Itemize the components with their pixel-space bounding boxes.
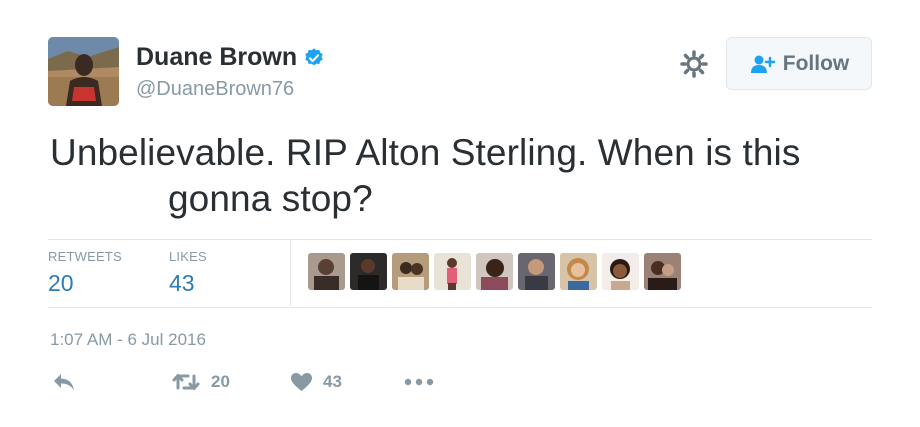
follow-person-icon	[750, 55, 775, 73]
retweet-count: 20	[211, 372, 230, 391]
screen-name[interactable]: @DuaneBrown76	[136, 78, 294, 101]
liker-avatar[interactable]	[560, 253, 597, 290]
stats-top-divider	[48, 239, 872, 240]
tweet-card: Duane Brown @DuaneBrown76 Follow Unbelie…	[0, 0, 920, 427]
user-avatar[interactable]	[48, 37, 119, 106]
liker-avatar[interactable]	[518, 253, 555, 290]
retweet-icon	[172, 374, 200, 390]
more-icon	[404, 378, 434, 386]
follow-button[interactable]: Follow	[726, 37, 872, 90]
like-count: 43	[323, 372, 342, 391]
liker-avatar[interactable]	[602, 253, 639, 290]
retweet-button[interactable]: 20	[171, 372, 230, 392]
stats-separator	[290, 240, 291, 306]
liker-avatar[interactable]	[308, 253, 345, 290]
like-button[interactable]: 43	[290, 372, 342, 392]
user-name-text[interactable]: Duane Brown	[136, 43, 297, 72]
tweet-timestamp[interactable]: 1:07 AM - 6 Jul 2016	[50, 330, 206, 350]
likes-label[interactable]: LIKES	[169, 249, 207, 264]
liker-avatar[interactable]	[644, 253, 681, 290]
liker-avatar[interactable]	[350, 253, 387, 290]
retweets-label[interactable]: RETWEETS	[48, 249, 122, 264]
verified-icon	[305, 47, 323, 65]
reply-button[interactable]	[52, 372, 76, 392]
more-button[interactable]	[404, 378, 434, 386]
likers-avatars	[308, 253, 686, 290]
follow-label: Follow	[782, 51, 850, 75]
stats-bottom-divider	[48, 307, 872, 308]
tweet-text: Unbelievable. RIP Alton Sterling. When i…	[50, 130, 870, 222]
liker-avatar[interactable]	[392, 253, 429, 290]
user-name[interactable]: Duane Brown	[136, 43, 325, 72]
gear-icon[interactable]	[680, 50, 708, 78]
liker-avatar[interactable]	[434, 253, 471, 290]
tweet-text-line-1: Unbelievable. RIP Alton Sterling. When i…	[50, 132, 801, 173]
reply-icon	[54, 374, 74, 390]
retweets-count[interactable]: 20	[48, 270, 74, 297]
tweet-text-line-2: gonna stop?	[168, 178, 373, 219]
liker-avatar[interactable]	[476, 253, 513, 290]
heart-icon	[291, 373, 312, 391]
likes-count[interactable]: 43	[169, 270, 195, 297]
